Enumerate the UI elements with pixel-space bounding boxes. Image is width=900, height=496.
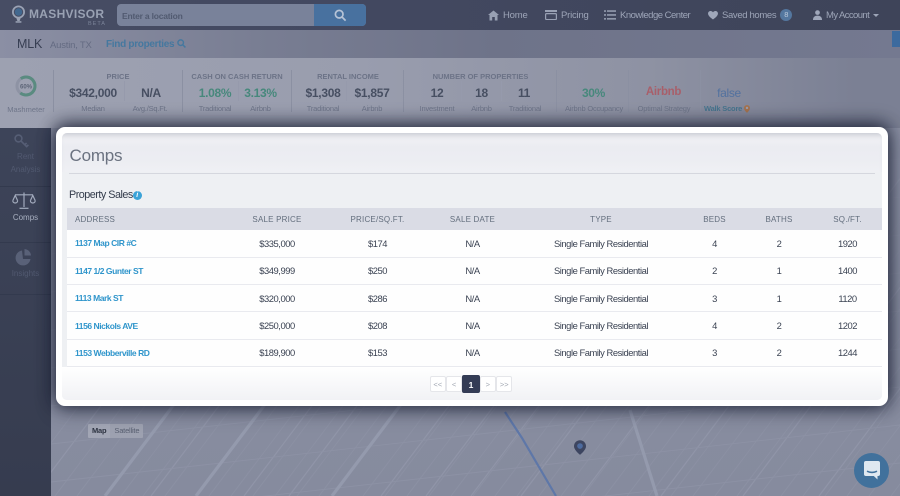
svg-text:60%: 60% [19, 84, 32, 90]
